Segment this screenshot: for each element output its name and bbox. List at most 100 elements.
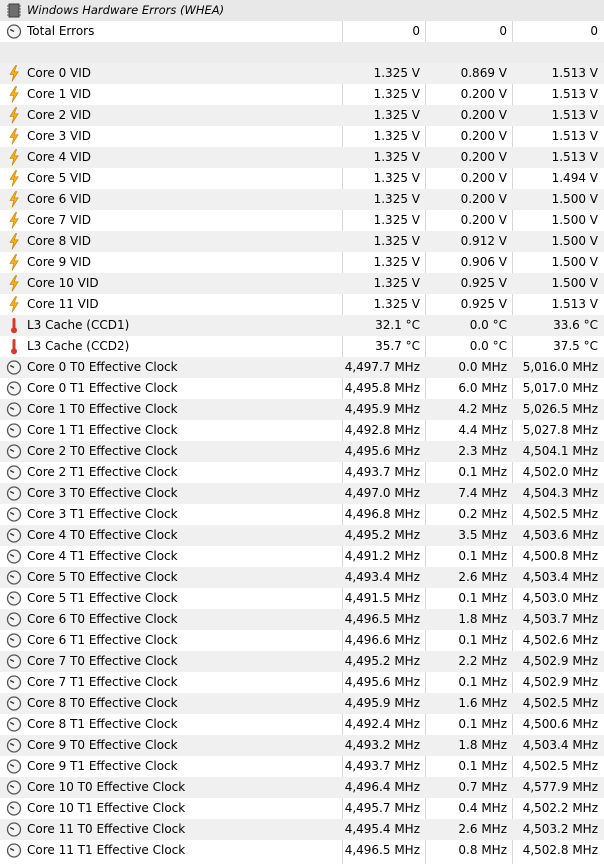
- table-row[interactable]: Core 6 T0 Effective Clock 4,496.5 MHz 1.8 …: [0, 609, 604, 630]
- min-value: 0.1 MHz: [458, 465, 507, 479]
- current-value: 4,493.4 MHz: [344, 570, 420, 584]
- current-value: 1.325 V: [373, 171, 420, 185]
- table-row[interactable]: Core 1 T1 Effective Clock 4,492.8 MHz 4.4 …: [0, 420, 604, 441]
- whea-section-header[interactable]: Windows Hardware Errors (WHEA): [0, 0, 604, 21]
- min-value: 1.6 MHz: [458, 696, 507, 710]
- min-value: 0.1 MHz: [458, 633, 507, 647]
- table-row[interactable]: Core 7 T1 Effective Clock 4,495.6 MHz 0.1 …: [0, 672, 604, 693]
- table-row[interactable]: Core 1 T0 Effective Clock 4,495.9 MHz 4.2 …: [0, 399, 604, 420]
- table-row[interactable]: Core 3 VID 1.325 V 0.200 V 1.513 V: [0, 126, 604, 147]
- table-row[interactable]: Core 9 VID 1.325 V 0.906 V 1.500 V: [0, 252, 604, 273]
- table-row[interactable]: Core 3 T0 Effective Clock 4,497.0 MHz 7.4 …: [0, 483, 604, 504]
- row-label: Core 2 T1 Effective Clock: [27, 465, 178, 479]
- table-row[interactable]: Core 8 VID 1.325 V 0.912 V 1.500 V: [0, 231, 604, 252]
- current-value: 35.7 °C: [375, 339, 420, 353]
- sensor-rows: Core 0 VID 1.325 V 0.869 V 1.513 V Core 1 VI…: [0, 63, 604, 861]
- current-value: 4,497.0 MHz: [344, 486, 420, 500]
- current-value: 32.1 °C: [375, 318, 420, 332]
- current-value: 1.325 V: [373, 234, 420, 248]
- min-value: 0.200 V: [460, 192, 507, 206]
- table-row[interactable]: Core 10 T1 Effective Clock 4,495.7 MHz 0.4…: [0, 798, 604, 819]
- table-row[interactable]: Core 6 T1 Effective Clock 4,496.6 MHz 0.1 …: [0, 630, 604, 651]
- row-label: Core 6 T0 Effective Clock: [27, 612, 178, 626]
- table-row[interactable]: Core 8 T1 Effective Clock 4,492.4 MHz 0.1 …: [0, 714, 604, 735]
- max-value: 5,017.0 MHz: [522, 381, 598, 395]
- min-value: 0.1 MHz: [458, 549, 507, 563]
- current-value: 4,491.2 MHz: [344, 549, 420, 563]
- current-value: 4,495.2 MHz: [344, 654, 420, 668]
- row-label: Core 0 VID: [27, 66, 92, 80]
- min-value: 0.0 °C: [469, 339, 507, 353]
- table-row[interactable]: Core 7 VID 1.325 V 0.200 V 1.500 V: [0, 210, 604, 231]
- current-value: 1.325 V: [373, 213, 420, 227]
- min-value: 0.8 MHz: [458, 843, 507, 857]
- max-value: 5,027.8 MHz: [522, 423, 598, 437]
- table-row[interactable]: Core 1 VID 1.325 V 0.200 V 1.513 V: [0, 84, 604, 105]
- table-row[interactable]: Core 10 VID 1.325 V 0.925 V 1.500 V: [0, 273, 604, 294]
- table-row[interactable]: L3 Cache (CCD2) 35.7 °C 0.0 °C 37.5 °C: [0, 336, 604, 357]
- table-row[interactable]: Core 9 T1 Effective Clock 4,493.7 MHz 0.1 …: [0, 756, 604, 777]
- row-label: Core 7 T0 Effective Clock: [27, 654, 178, 668]
- table-row[interactable]: Core 3 T1 Effective Clock 4,496.8 MHz 0.2 …: [0, 504, 604, 525]
- min-value: 0.200 V: [460, 87, 507, 101]
- table-row[interactable]: Core 4 VID 1.325 V 0.200 V 1.513 V: [0, 147, 604, 168]
- table-row[interactable]: Core 4 T1 Effective Clock 4,491.2 MHz 0.1 …: [0, 546, 604, 567]
- row-label: Core 8 VID: [27, 234, 92, 248]
- max-value: 0: [590, 24, 598, 38]
- max-value: 1.513 V: [551, 297, 598, 311]
- table-row[interactable]: L3 Cache (CCD1) 32.1 °C 0.0 °C 33.6 °C: [0, 315, 604, 336]
- min-value: 6.0 MHz: [458, 381, 507, 395]
- max-value: 33.6 °C: [553, 318, 598, 332]
- table-row[interactable]: Core 11 T1 Effective Clock 4,496.5 MHz 0.8…: [0, 840, 604, 861]
- min-value: 2.6 MHz: [458, 570, 507, 584]
- min-value: 0.906 V: [460, 255, 507, 269]
- row-label: Core 1 T1 Effective Clock: [27, 423, 178, 437]
- current-value: 1.325 V: [373, 66, 420, 80]
- row-label: Core 3 T1 Effective Clock: [27, 507, 178, 521]
- min-value: 0.7 MHz: [458, 780, 507, 794]
- max-value: 4,504.3 MHz: [522, 486, 598, 500]
- min-value: 0.1 MHz: [458, 759, 507, 773]
- row-label: Core 10 T1 Effective Clock: [27, 801, 186, 815]
- min-value: 0.925 V: [460, 276, 507, 290]
- row-label: L3 Cache (CCD1): [27, 318, 130, 332]
- table-row[interactable]: Core 5 T1 Effective Clock 4,491.5 MHz 0.1 …: [0, 588, 604, 609]
- row-label: Total Errors: [27, 24, 95, 38]
- table-row[interactable]: Core 2 T1 Effective Clock 4,493.7 MHz 0.1 …: [0, 462, 604, 483]
- max-value: 5,026.5 MHz: [522, 402, 598, 416]
- max-value: 1.513 V: [551, 66, 598, 80]
- table-row[interactable]: Core 10 T0 Effective Clock 4,496.4 MHz 0.7…: [0, 777, 604, 798]
- max-value: 4,503.7 MHz: [522, 612, 598, 626]
- current-value: 4,496.5 MHz: [344, 843, 420, 857]
- table-row[interactable]: Core 11 T0 Effective Clock 4,495.4 MHz 2.6…: [0, 819, 604, 840]
- table-row[interactable]: Core 8 T0 Effective Clock 4,495.9 MHz 1.6 …: [0, 693, 604, 714]
- max-value: 4,502.5 MHz: [522, 507, 598, 521]
- table-row[interactable]: Core 2 T0 Effective Clock 4,495.6 MHz 2.3 …: [0, 441, 604, 462]
- row-label: Core 10 T0 Effective Clock: [27, 780, 186, 794]
- min-value: 2.3 MHz: [458, 444, 507, 458]
- table-row[interactable]: Core 4 T0 Effective Clock 4,495.2 MHz 3.5 …: [0, 525, 604, 546]
- table-row[interactable]: Core 5 T0 Effective Clock 4,493.4 MHz 2.6 …: [0, 567, 604, 588]
- min-value: 0.0 MHz: [458, 360, 507, 374]
- table-row[interactable]: Core 0 T1 Effective Clock 4,495.8 MHz 6.0 …: [0, 378, 604, 399]
- max-value: 5,016.0 MHz: [522, 360, 598, 374]
- row-label: Core 11 VID: [27, 297, 99, 311]
- section-spacer: [0, 42, 604, 63]
- row-label: Core 7 T1 Effective Clock: [27, 675, 178, 689]
- row-label: Core 3 VID: [27, 129, 92, 143]
- table-row[interactable]: Core 0 T0 Effective Clock 4,497.7 MHz 0.0 …: [0, 357, 604, 378]
- table-row[interactable]: Core 11 VID 1.325 V 0.925 V 1.513 V: [0, 294, 604, 315]
- min-value: 0.1 MHz: [458, 675, 507, 689]
- total-errors-row[interactable]: Total Errors 0 0 0: [0, 21, 604, 42]
- row-label: Core 5 T1 Effective Clock: [27, 591, 178, 605]
- table-row[interactable]: Core 7 T0 Effective Clock 4,495.2 MHz 2.2 …: [0, 651, 604, 672]
- table-row[interactable]: Core 6 VID 1.325 V 0.200 V 1.500 V: [0, 189, 604, 210]
- table-row[interactable]: Core 5 VID 1.325 V 0.200 V 1.494 V: [0, 168, 604, 189]
- max-value: 4,502.9 MHz: [522, 654, 598, 668]
- table-row[interactable]: Core 9 T0 Effective Clock 4,493.2 MHz 1.8 …: [0, 735, 604, 756]
- min-value: 0.925 V: [460, 297, 507, 311]
- current-value: 4,495.8 MHz: [344, 381, 420, 395]
- table-row[interactable]: Core 0 VID 1.325 V 0.869 V 1.513 V: [0, 63, 604, 84]
- max-value: 4,502.5 MHz: [522, 759, 598, 773]
- table-row[interactable]: Core 2 VID 1.325 V 0.200 V 1.513 V: [0, 105, 604, 126]
